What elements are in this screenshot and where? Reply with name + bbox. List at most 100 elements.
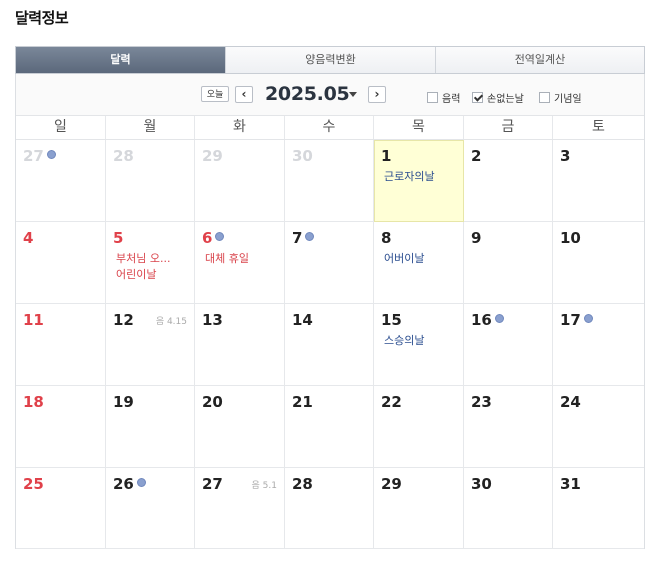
calendar-day[interactable]: 29 [195, 140, 285, 222]
tab-discharge-calculator[interactable]: 전역일계산 [436, 47, 644, 73]
calendar-day[interactable]: 29 [374, 468, 464, 549]
day-number: 14 [292, 311, 313, 329]
calendar-day[interactable]: 16 [464, 304, 553, 386]
calendar-day[interactable]: 19 [106, 386, 195, 468]
calendar-day[interactable]: 3 [553, 140, 644, 222]
page-title: 달력정보 [15, 9, 69, 27]
calendar-day[interactable]: 30 [285, 140, 374, 222]
day-number-text: 27 [23, 147, 44, 165]
tab-lunar-conversion[interactable]: 양음력변환 [226, 47, 436, 73]
weekday-header: 일 월 화 수 목 금 토 [16, 116, 644, 140]
calendar-day[interactable]: 31 [553, 468, 644, 549]
calendar-day-today[interactable]: 1 근로자의날 [374, 140, 464, 222]
month-label[interactable]: 2025.05 [265, 83, 350, 105]
day-number-text: 21 [292, 393, 313, 411]
day-number: 20 [202, 393, 223, 411]
calendar-day[interactable]: 8 어버이날 [374, 222, 464, 304]
day-number-text: 1 [381, 147, 392, 165]
day-number: 25 [23, 475, 44, 493]
day-number: 29 [202, 147, 223, 165]
calendar-day[interactable]: 10 [553, 222, 644, 304]
day-number-text: 19 [113, 393, 134, 411]
day-number: 21 [292, 393, 313, 411]
day-number-text: 15 [381, 311, 402, 329]
no-son-day-checkbox[interactable]: 손없는날 [472, 90, 524, 105]
calendar-day[interactable]: 7 [285, 222, 374, 304]
calendar-day[interactable]: 22 [374, 386, 464, 468]
day-number-text: 28 [113, 147, 134, 165]
calendar-day[interactable]: 14 [285, 304, 374, 386]
day-number: 2 [471, 147, 481, 165]
calendar-day[interactable]: 28 [106, 140, 195, 222]
no-son-day-dot-icon [215, 232, 225, 241]
caret-down-icon[interactable] [349, 92, 357, 97]
checkbox-icon[interactable] [427, 91, 438, 103]
day-number-text: 26 [113, 475, 134, 493]
checkbox-icon[interactable] [539, 91, 550, 103]
next-month-button[interactable]: › [368, 86, 386, 103]
no-son-day-dot-icon [494, 314, 504, 323]
day-number: 30 [292, 147, 313, 165]
calendar-day[interactable]: 21 [285, 386, 374, 468]
day-number: 15 [381, 311, 402, 329]
day-event[interactable]: 근로자의날 [384, 169, 435, 185]
day-event[interactable]: 대체 휴일 [205, 251, 249, 267]
chevron-left-icon: ‹ [241, 87, 247, 101]
calendar-day[interactable]: 18 [16, 386, 106, 468]
day-event[interactable]: 부처님 오... [116, 251, 170, 267]
day-number: 28 [113, 147, 134, 165]
day-number: 29 [381, 475, 402, 493]
day-number-text: 20 [202, 393, 223, 411]
day-number-text: 22 [381, 393, 402, 411]
day-number: 4 [23, 229, 33, 247]
day-number: 8 [381, 229, 391, 247]
lunar-checkbox[interactable]: 음력 [427, 90, 460, 105]
checkbox-checked-icon[interactable] [472, 91, 483, 103]
calendar-day[interactable]: 12 음 4.15 [106, 304, 195, 386]
calendar-day[interactable]: 5 부처님 오... 어린이날 [106, 222, 195, 304]
day-number-text: 25 [23, 475, 44, 493]
day-event[interactable]: 스승의날 [384, 333, 424, 349]
calendar-day[interactable]: 4 [16, 222, 106, 304]
day-number-text: 18 [23, 393, 44, 411]
calendar-day[interactable]: 23 [464, 386, 553, 468]
day-number: 11 [23, 311, 44, 329]
day-number: 13 [202, 311, 223, 329]
calendar-day[interactable]: 26 [106, 468, 195, 549]
weekday-sun: 일 [16, 116, 106, 139]
tab-calendar[interactable]: 달력 [16, 47, 226, 73]
calendar-day[interactable]: 15 스승의날 [374, 304, 464, 386]
anniversary-checkbox[interactable]: 기념일 [539, 90, 582, 105]
calendar-day[interactable]: 30 [464, 468, 553, 549]
day-number-text: 28 [292, 475, 313, 493]
calendar-day[interactable]: 27 [16, 140, 106, 222]
calendar-day[interactable]: 13 [195, 304, 285, 386]
day-number-text: 9 [471, 229, 482, 247]
calendar-day[interactable]: 20 [195, 386, 285, 468]
day-number-text: 30 [471, 475, 492, 493]
calendar-day[interactable]: 9 [464, 222, 553, 304]
calendar-toolbar: 오늘 ‹ 2025.05 › 음력 손없는날 기념일 [16, 74, 644, 116]
calendar-day[interactable]: 25 [16, 468, 106, 549]
weekday-fri: 금 [464, 116, 553, 139]
calendar-day[interactable]: 27 음 5.1 [195, 468, 285, 549]
day-event[interactable]: 어린이날 [116, 267, 156, 283]
calendar-day[interactable]: 2 [464, 140, 553, 222]
day-number: 6 [202, 229, 225, 247]
day-number: 5 [113, 229, 123, 247]
calendar-day[interactable]: 17 [553, 304, 644, 386]
calendar-day[interactable]: 28 [285, 468, 374, 549]
day-number-text: 27 [202, 475, 223, 493]
calendar-day[interactable]: 24 [553, 386, 644, 468]
day-event[interactable]: 어버이날 [384, 251, 424, 267]
prev-month-button[interactable]: ‹ [235, 86, 253, 103]
day-number-text: 8 [381, 229, 392, 247]
calendar-day[interactable]: 11 [16, 304, 106, 386]
day-number: 24 [560, 393, 581, 411]
chevron-right-icon: › [374, 87, 380, 101]
day-number: 27 [23, 147, 56, 165]
today-button[interactable]: 오늘 [201, 86, 229, 102]
day-number-text: 12 [113, 311, 134, 329]
calendar-day[interactable]: 6 대체 휴일 [195, 222, 285, 304]
day-number-text: 11 [23, 311, 44, 329]
